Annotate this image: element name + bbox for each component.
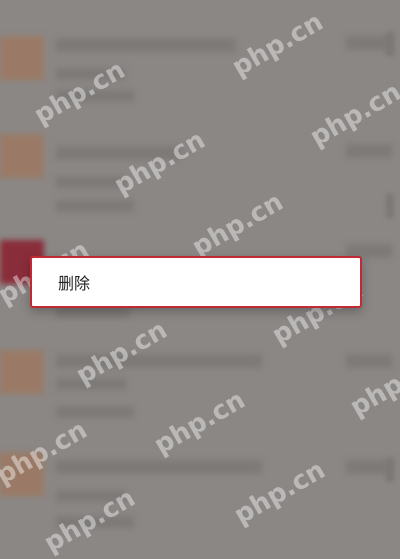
avatar: [0, 134, 44, 178]
avatar: [0, 36, 44, 80]
list-item[interactable]: [0, 344, 400, 452]
item-meta-blurred: [56, 406, 134, 418]
item-subtitle-blurred: [56, 378, 126, 390]
avatar: [0, 350, 44, 394]
avatar: [0, 452, 44, 496]
item-title-blurred: [56, 146, 181, 160]
item-subtitle-blurred: [56, 176, 126, 188]
item-edge: [386, 32, 394, 56]
item-title-blurred: [56, 354, 262, 368]
item-meta-blurred: [56, 90, 134, 102]
item-meta-blurred: [56, 516, 134, 528]
list-item[interactable]: [0, 20, 400, 128]
item-subtitle-blurred: [56, 68, 126, 80]
item-edge: [386, 194, 394, 218]
item-edge: [386, 458, 394, 482]
delete-menu-item[interactable]: 删除: [32, 258, 360, 306]
list-item[interactable]: [0, 446, 400, 554]
item-time-blurred: [346, 144, 392, 158]
item-title-blurred: [56, 38, 236, 52]
item-time-blurred: [346, 354, 392, 368]
item-meta-blurred: [56, 200, 134, 212]
item-title-blurred: [56, 460, 262, 474]
list-item[interactable]: [0, 128, 400, 236]
context-menu: 删除: [30, 256, 362, 308]
item-subtitle-blurred: [56, 490, 126, 502]
